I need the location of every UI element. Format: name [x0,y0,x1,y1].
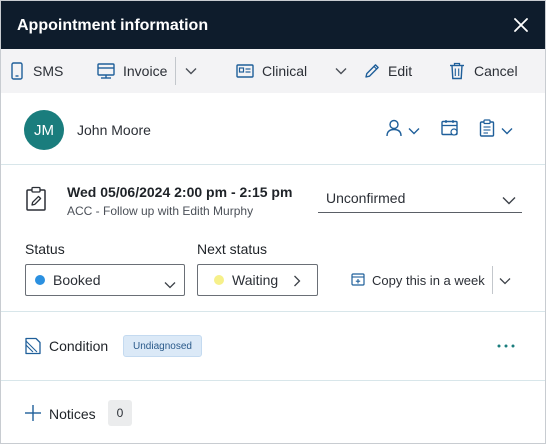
appointment-datetime: Wed 05/06/2024 2:00 pm - 2:15 pm [67,184,293,200]
toolbar: SMS Invoice Clinical Edit Cancel [1,49,545,93]
condition-label: Condition [49,338,109,354]
appointment-details: Wed 05/06/2024 2:00 pm - 2:15 pm ACC - F… [1,166,545,312]
next-status-dot [214,275,224,285]
next-status-button[interactable]: Waiting [197,264,318,296]
dialog-title: Appointment information [17,17,209,34]
clipboard-edit-icon [25,186,47,215]
sms-button[interactable]: SMS [11,49,63,93]
condition-icon [24,337,42,358]
pencil-icon [363,62,381,80]
calendar-icon [441,119,459,140]
clipboard-menu-button[interactable] [479,119,513,140]
status-dot [35,275,45,285]
chevron-right-icon [293,274,301,290]
chevron-down-icon [408,122,420,138]
invoice-label: Invoice [123,63,168,79]
cancel-button[interactable]: Cancel [449,49,518,93]
notices-label[interactable]: Notices [49,406,96,422]
chevron-down-icon[interactable] [499,272,511,288]
invoice-button[interactable]: Invoice [97,49,167,93]
chevron-down-icon [335,67,347,75]
appointment-dialog: Appointment information SMS Invoice Clin… [0,0,546,444]
clinical-label: Clinical [262,63,308,79]
toolbar-divider [175,57,176,85]
condition-row: Condition Undiagnosed [1,313,545,381]
copy-divider [492,266,493,294]
status-select[interactable]: Booked [25,264,185,296]
clipboard-icon [479,119,495,140]
calendar-add-icon [351,272,365,289]
status-label: Status [25,241,65,257]
confirmation-value: Unconfirmed [326,189,406,206]
confirmation-select[interactable]: Unconfirmed [318,183,522,213]
notices-count: 0 [108,400,132,426]
copy-in-week-button[interactable]: Copy this in a week [351,264,485,296]
person-menu-button[interactable] [386,119,420,140]
condition-badge: Undiagnosed [123,335,202,357]
chevron-down-icon [502,192,516,208]
clinical-dropdown[interactable] [335,49,347,93]
invoice-icon [97,63,115,79]
invoice-dropdown[interactable] [185,49,197,93]
calendar-button[interactable] [441,119,459,140]
sms-label: SMS [33,63,64,79]
status-value: Booked [53,272,101,288]
next-status-value: Waiting [232,272,279,288]
chevron-down-icon [164,276,176,292]
trash-icon [449,62,465,80]
patient-name[interactable]: John Moore [77,122,151,138]
appointment-description: ACC - Follow up with Edith Murphy [67,204,254,218]
cancel-label: Cancel [474,63,518,79]
clinical-button[interactable]: Clinical [236,49,307,93]
close-icon[interactable] [511,15,531,35]
patient-row: JM John Moore [1,93,545,165]
avatar[interactable]: JM [24,110,64,150]
notices-row: Notices 0 [1,382,545,444]
clinical-card-icon [236,64,254,78]
edit-button[interactable]: Edit [363,49,412,93]
next-status-label: Next status [197,241,268,257]
chevron-down-icon [501,122,513,138]
person-icon [386,119,402,140]
copy-label: Copy this in a week [372,272,485,288]
dialog-titlebar: Appointment information [1,1,545,49]
phone-icon [11,62,23,80]
more-options-icon[interactable] [495,335,517,357]
chevron-down-icon [185,67,197,75]
edit-label: Edit [388,63,413,79]
add-icon[interactable] [24,404,42,425]
